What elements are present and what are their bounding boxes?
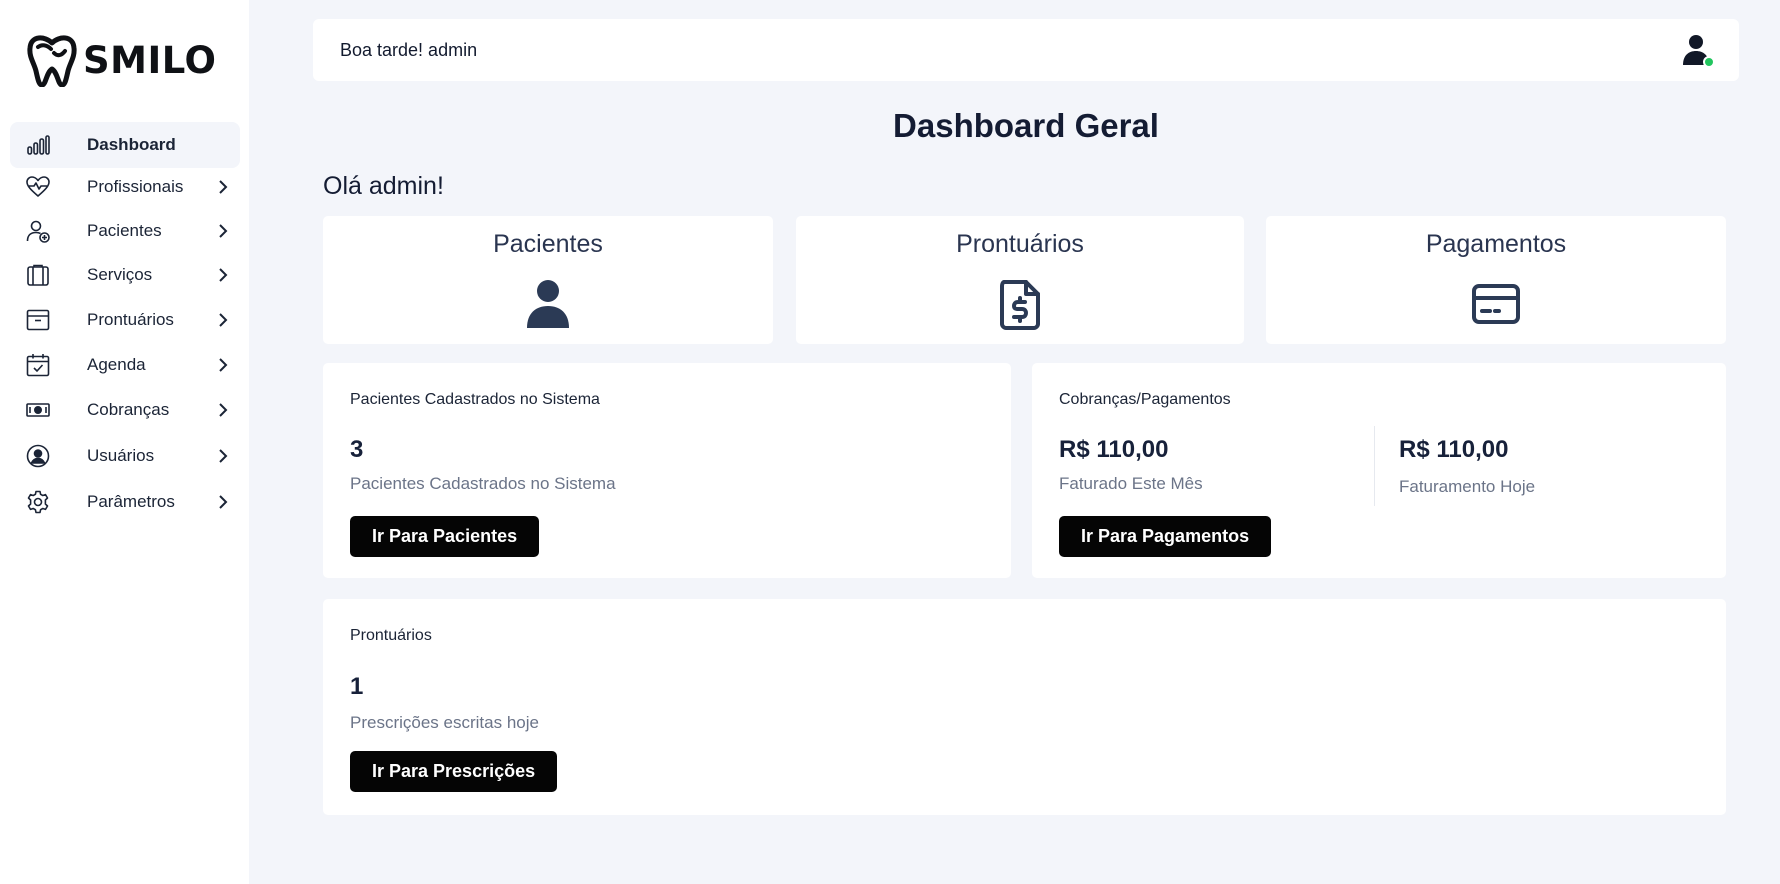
- gear-icon: [26, 490, 50, 514]
- sidebar-item-label: Pacientes: [87, 221, 162, 240]
- credit-card-icon: [1472, 278, 1520, 330]
- summary-card-title: Pagamentos: [1425, 230, 1567, 258]
- chevron-right-icon: [216, 448, 230, 464]
- page-title: Dashboard Geral: [893, 107, 1159, 144]
- summary-card-title: Pacientes: [493, 230, 603, 258]
- sidebar-item-label: Prontuários: [87, 310, 174, 329]
- clipboard-icon: [26, 263, 50, 287]
- card-title: Prontuários: [350, 627, 432, 644]
- heart-pulse-icon: [26, 175, 50, 199]
- file-dollar-icon: [996, 278, 1044, 330]
- top-bar: Boa tarde! admin: [313, 19, 1739, 81]
- sidebar-item-label: Serviços: [87, 265, 153, 284]
- chevron-right-icon: [216, 402, 230, 418]
- stats-divider: [1374, 426, 1375, 506]
- go-to-prescriptions-button[interactable]: Ir Para Prescrições: [350, 751, 558, 792]
- banknote-icon: [26, 398, 50, 422]
- greeting-text: Boa tarde! admin: [340, 40, 478, 60]
- sidebar-item-label: Parâmetros: [87, 492, 175, 511]
- brand-name: SMILO: [83, 38, 217, 82]
- month-billed-label: Faturado Este Mês: [1059, 474, 1203, 493]
- prescriptions-count: 1: [350, 673, 364, 700]
- month-billed-value: R$ 110,00: [1059, 436, 1169, 463]
- sidebar-item-cobrancas[interactable]: Cobranças: [10, 387, 240, 433]
- sidebar-item-pacientes[interactable]: Pacientes: [10, 208, 240, 254]
- today-billed-value: R$ 110,00: [1399, 436, 1509, 463]
- sidebar-item-agenda[interactable]: Agenda: [10, 342, 240, 388]
- sidebar-item-servicos[interactable]: Serviços: [10, 252, 240, 298]
- sidebar-item-usuarios[interactable]: Usuários: [10, 433, 240, 479]
- chevron-right-icon: [216, 267, 230, 283]
- sidebar-item-label: Profissionais: [87, 177, 184, 196]
- summary-card-prontuarios[interactable]: Prontuários: [796, 216, 1244, 344]
- patients-stats-card: Pacientes Cadastrados no Sistema 3 Pacie…: [323, 363, 1011, 578]
- user-circle-icon: [26, 444, 50, 468]
- user-add-icon: [26, 219, 50, 243]
- chevron-right-icon: [216, 223, 230, 239]
- patients-count-label: Pacientes Cadastrados no Sistema: [350, 474, 616, 493]
- calendar-check-icon: [26, 353, 50, 377]
- hello-heading: Olá admin!: [323, 172, 444, 200]
- go-to-patients-button[interactable]: Ir Para Pacientes: [350, 516, 540, 557]
- sidebar-item-parametros[interactable]: Parâmetros: [10, 479, 240, 525]
- sidebar-item-label: Agenda: [87, 355, 146, 374]
- logo[interactable]: SMILO: [27, 32, 216, 88]
- go-to-payments-button[interactable]: Ir Para Pagamentos: [1059, 516, 1272, 557]
- chevron-right-icon: [216, 357, 230, 373]
- card-title: Cobranças/Pagamentos: [1059, 391, 1231, 408]
- payments-stats-card: Cobranças/Pagamentos R$ 110,00 Faturado …: [1032, 363, 1726, 578]
- chevron-right-icon: [216, 494, 230, 510]
- sidebar-item-label: Dashboard: [87, 135, 176, 154]
- summary-card-pagamentos[interactable]: Pagamentos: [1266, 216, 1726, 344]
- sidebar-item-profissionais[interactable]: Profissionais: [10, 164, 240, 210]
- archive-icon: [26, 308, 50, 332]
- today-billed-label: Faturamento Hoje: [1399, 477, 1536, 496]
- records-stats-card: Prontuários 1 Prescrições escritas hoje …: [323, 599, 1726, 815]
- patients-count: 3: [350, 436, 364, 463]
- chevron-right-icon: [216, 312, 230, 328]
- bar-chart-icon: [26, 133, 50, 157]
- sidebar-item-label: Cobranças: [87, 400, 170, 419]
- user-icon: [524, 278, 572, 330]
- chevron-right-icon: [216, 179, 230, 195]
- sidebar-item-label: Usuários: [87, 446, 155, 465]
- sidebar-item-prontuarios[interactable]: Prontuários: [10, 297, 240, 343]
- prescriptions-count-label: Prescrições escritas hoje: [350, 713, 539, 732]
- summary-card-title: Prontuários: [956, 230, 1084, 258]
- sidebar-item-dashboard[interactable]: Dashboard: [10, 122, 240, 168]
- card-title: Pacientes Cadastrados no Sistema: [350, 391, 600, 408]
- summary-card-pacientes[interactable]: Pacientes: [323, 216, 773, 344]
- user-avatar-icon[interactable]: [1680, 32, 1716, 68]
- sidebar: SMILO Dashboard Profissionais Pacientes …: [0, 0, 249, 884]
- tooth-logo-icon: [27, 33, 77, 87]
